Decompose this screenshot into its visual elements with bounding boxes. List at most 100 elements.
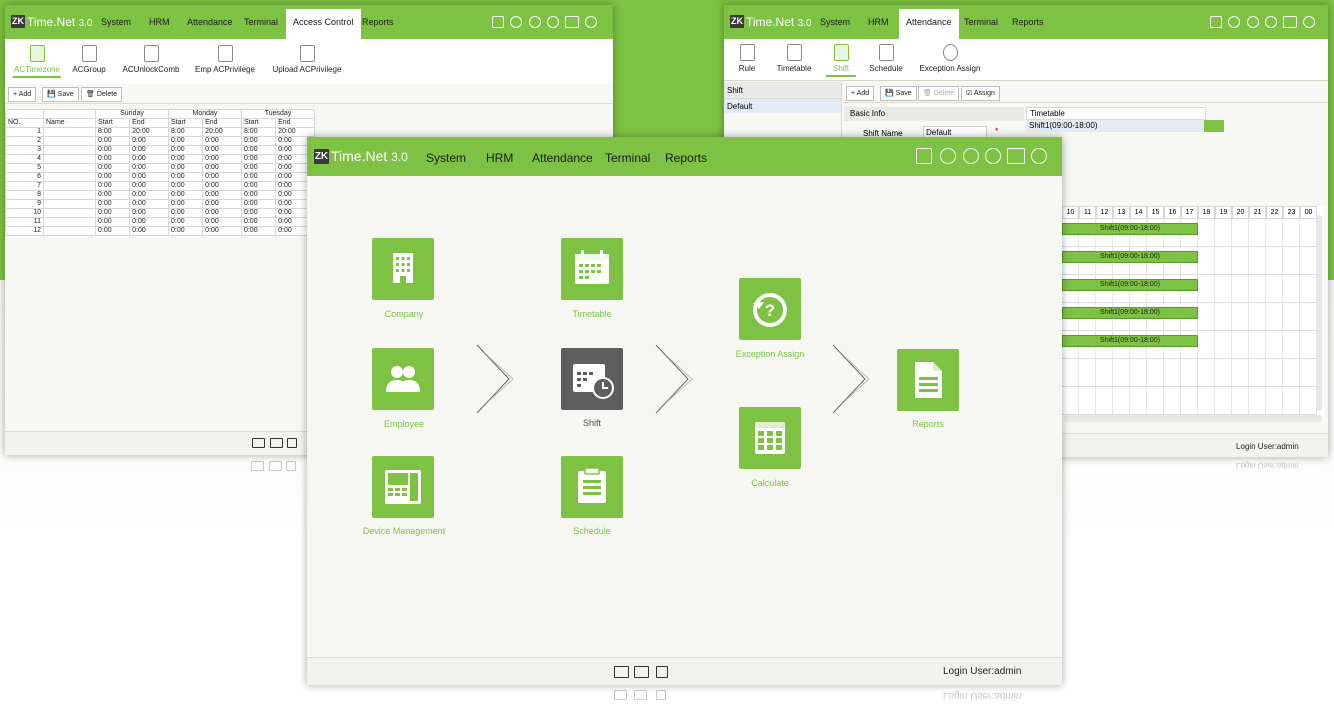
menu-reports[interactable]: Reports	[665, 151, 707, 165]
device-management-label[interactable]: Device Management	[324, 526, 484, 536]
employee-tile[interactable]	[372, 348, 434, 410]
table-row[interactable]: 11 0:00 0:00 0:00 0:00 0:00 0:00	[5, 217, 315, 227]
vertical-scrollbar[interactable]	[1317, 215, 1322, 411]
ribbon-acgroup[interactable]: ACGroup	[67, 45, 111, 74]
table-row[interactable]: 3 0:00 0:00 0:00 0:00 0:00 0:00	[5, 145, 315, 155]
basic-info-header: Basic Info	[844, 107, 1024, 121]
exception-assign-label[interactable]: Exception Assign	[690, 349, 850, 359]
table-row[interactable]: 10 0:00 0:00 0:00 0:00 0:00 0:00	[5, 208, 315, 218]
company-tile[interactable]	[372, 238, 434, 300]
table-row[interactable]: 2 0:00 0:00 0:00 0:00 0:00 0:00	[5, 136, 315, 146]
maximize-icon[interactable]	[565, 16, 579, 28]
minimize-icon[interactable]	[547, 16, 559, 28]
menu-access-control[interactable]: Access Control	[286, 9, 361, 39]
help-icon[interactable]	[1247, 16, 1259, 28]
table-row[interactable]: 5 0:00 0:00 0:00 0:00 0:00 0:00	[5, 163, 315, 173]
table-row[interactable]: 12 0:00 0:00 0:00 0:00 0:00 0:00	[5, 226, 315, 236]
menu-attendance[interactable]: Attendance	[187, 17, 233, 27]
close-icon[interactable]	[1303, 16, 1315, 28]
help-icon[interactable]	[529, 16, 541, 28]
add-button[interactable]: + Add	[8, 87, 37, 102]
home-icon[interactable]	[916, 148, 932, 164]
ribbon-schedule[interactable]: Schedule	[866, 44, 906, 73]
ribbon-label: ACGroup	[72, 65, 106, 74]
menu-hrm[interactable]: HRM	[486, 151, 513, 165]
device-management-tile[interactable]	[372, 456, 434, 518]
menu-attendance[interactable]: Attendance	[532, 151, 593, 165]
save-button[interactable]: 💾 Save	[880, 86, 917, 101]
schedule-tile[interactable]	[561, 456, 623, 518]
shift-bar[interactable]: Shift1(09:00-18:00)	[1062, 307, 1198, 319]
schedule-label[interactable]: Schedule	[512, 526, 672, 536]
minimize-icon[interactable]	[985, 148, 1001, 164]
close-icon[interactable]	[1031, 148, 1047, 164]
table-row[interactable]: 4 0:00 0:00 0:00 0:00 0:00 0:00	[5, 154, 315, 164]
ribbon-timetable[interactable]: Timetable	[774, 44, 814, 73]
menu-terminal[interactable]: Terminal	[244, 17, 278, 27]
shift-tile[interactable]	[561, 348, 623, 410]
id-card-icon[interactable]	[252, 438, 265, 448]
horizontal-scrollbar[interactable]	[1064, 415, 1322, 422]
exception-assign-tile[interactable]: ?	[739, 278, 801, 340]
reports-label[interactable]: Reports	[848, 419, 1008, 429]
gear-icon[interactable]	[1228, 16, 1240, 28]
delete-button[interactable]: 🗑 Delete	[918, 86, 960, 101]
table-row[interactable]: 7 0:00 0:00 0:00 0:00 0:00 0:00	[5, 181, 315, 191]
menu-hrm[interactable]: HRM	[149, 17, 170, 27]
menu-system[interactable]: System	[101, 17, 131, 27]
id-card-icon[interactable]	[614, 666, 629, 678]
reports-tile[interactable]	[897, 349, 959, 411]
documents-icon[interactable]	[656, 666, 668, 678]
table-row[interactable]: 9 0:00 0:00 0:00 0:00 0:00 0:00	[5, 199, 315, 209]
menu-reports[interactable]: Reports	[1012, 17, 1044, 27]
home-icon[interactable]	[1210, 16, 1222, 28]
maximize-icon[interactable]	[1283, 16, 1297, 28]
menu-attendance[interactable]: Attendance	[899, 9, 959, 39]
timetable-header: Timetable	[1026, 107, 1206, 120]
home-icon[interactable]	[492, 16, 504, 28]
ribbon-actimezone[interactable]: ACTimezone	[13, 45, 61, 78]
ribbon-emp-acprivilege[interactable]: Emp ACPrivilege	[191, 45, 259, 74]
shift-bar[interactable]: Shift1(09:00-18:00)	[1062, 223, 1198, 235]
table-row[interactable]: 1 8:00 20:00 8:00 20:00 8:00 20:00	[5, 127, 315, 137]
gear-icon[interactable]	[940, 148, 956, 164]
ribbon-acunlockcomb[interactable]: ACUnlockComb	[117, 45, 185, 74]
shift-list-item[interactable]: Default	[724, 99, 841, 113]
shift-bar[interactable]: Shift1(09:00-18:00)	[1062, 279, 1198, 291]
ribbon-exception-assign[interactable]: Exception Assign	[916, 44, 984, 73]
ribbon-shift[interactable]: Shift	[826, 44, 856, 77]
gear-icon[interactable]	[510, 16, 522, 28]
delete-button[interactable]: 🗑 Delete	[81, 87, 123, 102]
add-button[interactable]: + Add	[846, 86, 875, 101]
calculate-label[interactable]: Calculate	[690, 478, 850, 488]
menu-terminal[interactable]: Terminal	[964, 17, 998, 27]
ribbon-rule[interactable]: Rule	[732, 44, 762, 73]
menu-system[interactable]: System	[820, 17, 850, 27]
table-row[interactable]: 6 0:00 0:00 0:00 0:00 0:00 0:00	[5, 172, 315, 182]
close-icon[interactable]	[585, 16, 597, 28]
shift-label[interactable]: Shift	[512, 418, 672, 428]
timetable-item[interactable]: Shift1(09:00-18:00)	[1026, 120, 1224, 132]
employee-label[interactable]: Employee	[324, 419, 484, 429]
menu-system[interactable]: System	[426, 151, 466, 165]
table-row[interactable]: 8 0:00 0:00 0:00 0:00 0:00 0:00	[5, 190, 315, 200]
maximize-icon[interactable]	[1007, 148, 1025, 164]
help-icon[interactable]	[963, 148, 979, 164]
timetable-tile[interactable]	[561, 238, 623, 300]
shift-bar[interactable]: Shift1(09:00-18:00)	[1062, 335, 1198, 347]
menu-hrm[interactable]: HRM	[868, 17, 889, 27]
assign-button[interactable]: ☑ Assign	[961, 86, 1000, 101]
calculate-tile[interactable]	[739, 407, 801, 469]
device-icon[interactable]	[634, 666, 649, 678]
menu-reports[interactable]: Reports	[362, 17, 394, 27]
shift-bar[interactable]: Shift1(09:00-18:00)	[1062, 251, 1198, 263]
ribbon-upload-acprivilege[interactable]: Upload ACPrivilege	[267, 45, 347, 74]
timetable-label[interactable]: Timetable	[512, 309, 672, 319]
company-label[interactable]: Company	[324, 309, 484, 319]
menu-terminal[interactable]: Terminal	[605, 151, 650, 165]
minimize-icon[interactable]	[1265, 16, 1277, 28]
documents-icon[interactable]	[287, 438, 297, 448]
save-button[interactable]: 💾 Save	[42, 87, 79, 102]
device-icon[interactable]	[270, 438, 283, 448]
table-cell-time: 0:00	[240, 136, 277, 146]
